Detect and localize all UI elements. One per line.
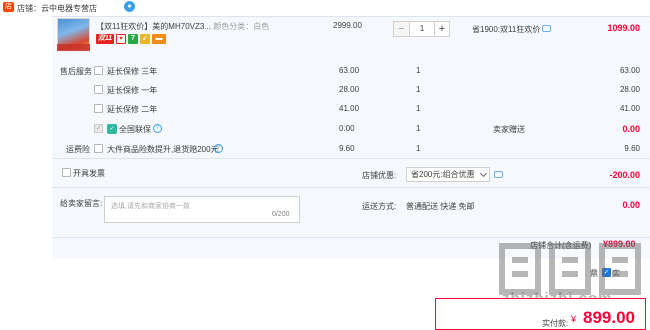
- quantity-increase-button[interactable]: +: [434, 22, 449, 36]
- shop-total-value: ¥899.00: [603, 239, 636, 249]
- delivery-amount: 0.00: [622, 200, 640, 210]
- warranty-1y-label[interactable]: 延长保修 一年: [107, 85, 157, 96]
- shop-name-link[interactable]: 店铺：云中电器专营店: [17, 3, 97, 14]
- warranty-3y-price: 63.00: [339, 66, 360, 75]
- product-badges: 双11 ♥ 7 ➹ ▬: [96, 34, 166, 44]
- quantity-stepper[interactable]: − 1 +: [393, 21, 450, 37]
- warranty-1y-total: 28.00: [619, 85, 640, 94]
- section-divider: [52, 187, 650, 188]
- shop-discount-amount: -200.00: [609, 170, 640, 180]
- product-title-text[interactable]: 【双11狂欢价】美的MH70VZ3...: [96, 22, 211, 31]
- help-icon[interactable]: ?: [153, 124, 162, 133]
- shipping-insurance-total: 9.60: [624, 144, 640, 153]
- promo-text: 省1900:双11狂欢价: [472, 25, 541, 34]
- delivery-badge-icon: ➹: [140, 34, 150, 44]
- seller-gift-note: 卖家赠送: [493, 125, 525, 134]
- agree-checkbox[interactable]: ✓: [602, 268, 611, 277]
- wangwang-chat-icon[interactable]: ●: [124, 1, 135, 12]
- warranty-2y-total: 41.00: [619, 104, 640, 113]
- seller-message-counter: 0/200: [272, 211, 290, 218]
- product-sku: 颜色分类：白色: [213, 22, 270, 31]
- quantity-decrease-button[interactable]: −: [394, 22, 409, 36]
- product-thumbnail-banner: [57, 44, 90, 51]
- warranty-2y-qty: 1: [416, 104, 421, 113]
- pay-currency: ¥: [571, 314, 577, 324]
- seller-message-label: 给卖家留言:: [60, 199, 103, 208]
- unit-price: 2999.00: [333, 21, 362, 30]
- shipping-insurance-price: 9.60: [339, 144, 355, 153]
- double11-badge-icon: 双11: [96, 34, 114, 44]
- warranty-2y-price: 41.00: [339, 104, 360, 113]
- national-warranty-total: 0.00: [622, 124, 640, 134]
- help-icon[interactable]: ?: [214, 144, 223, 153]
- shop-tag-icon: 店: [3, 2, 14, 12]
- item-subtotal: 1099.00: [607, 23, 640, 33]
- agree-prefix-text: 鼎: [590, 269, 598, 278]
- shield-icon: ✓: [107, 124, 117, 134]
- section-divider: [52, 158, 650, 159]
- shop-total-label: 店铺合计(含运费): [530, 241, 592, 250]
- warranty-1y-checkbox[interactable]: [94, 85, 103, 94]
- national-warranty-label[interactable]: 全国联保: [119, 124, 151, 135]
- warranty-3y-qty: 1: [416, 66, 421, 75]
- shop-header: [0, 0, 650, 16]
- quantity-input[interactable]: 1: [409, 22, 434, 36]
- card-badge-icon: ▬: [152, 34, 166, 44]
- pay-label: 实付款:: [542, 319, 569, 328]
- warranty-2y-label[interactable]: 延长保修 二年: [107, 104, 157, 115]
- invoice-checkbox[interactable]: [62, 168, 71, 177]
- product-title[interactable]: 【双11狂欢价】美的MH70VZ3... 颜色分类：白色: [96, 21, 269, 32]
- national-warranty-qty: 1: [416, 124, 421, 133]
- heart-badge-icon: ♥: [116, 34, 126, 44]
- invoice-label[interactable]: 开具发票: [73, 168, 105, 179]
- warranty-3y-total: 63.00: [619, 66, 640, 75]
- delivery-method: 普通配送 快递 免邮: [406, 202, 475, 211]
- shipping-insurance-checkbox[interactable]: [94, 144, 103, 153]
- warranty-1y-price: 28.00: [339, 85, 360, 94]
- shipping-insurance-label: 运费险: [66, 145, 90, 154]
- shipping-insurance-qty: 1: [416, 144, 421, 153]
- shipping-insurance-option[interactable]: 大件商品险数提升,退货赔200元: [107, 144, 219, 155]
- after-sales-label: 售后服务: [60, 67, 92, 76]
- delivery-label: 运送方式:: [362, 202, 397, 211]
- chevron-down-icon: [479, 169, 488, 178]
- warranty-1y-qty: 1: [416, 85, 421, 94]
- seller-message-placeholder: 选填,请先和商家协商一致: [111, 203, 190, 210]
- discount-info-icon[interactable]: [494, 171, 503, 178]
- shop-discount-select[interactable]: 省200元:组合优惠: [406, 167, 490, 182]
- warranty-3y-label[interactable]: 延长保修 三年: [107, 66, 157, 77]
- warranty-3y-checkbox[interactable]: [94, 66, 103, 75]
- promo-info-icon[interactable]: [542, 25, 551, 32]
- seven-day-return-icon: 7: [128, 34, 138, 44]
- pay-amount: 899.00: [583, 308, 635, 327]
- national-warranty-price: 0.00: [339, 124, 355, 133]
- national-warranty-checkbox[interactable]: ✓: [94, 124, 103, 133]
- warranty-2y-checkbox[interactable]: [94, 104, 103, 113]
- shop-discount-label: 店铺优惠:: [362, 171, 397, 180]
- shop-discount-selected: 省200元:组合优惠: [411, 170, 475, 179]
- agree-label[interactable]: 实: [612, 268, 620, 279]
